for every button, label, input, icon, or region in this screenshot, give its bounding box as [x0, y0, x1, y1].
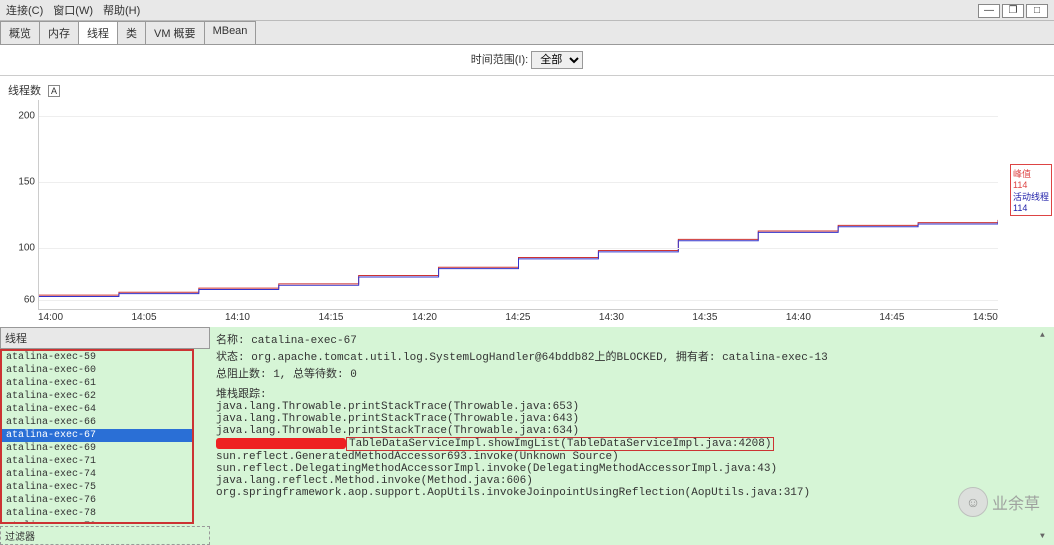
filter-section[interactable]: 过滤器 — [0, 526, 210, 545]
window-buttons: — ❐ □ — [978, 4, 1048, 18]
detail-name-key: 名称: — [216, 335, 251, 347]
tabbar: 概览内存线程类VM 概要MBean — [0, 21, 1054, 45]
tab-3[interactable]: 类 — [117, 21, 146, 44]
stack-frame: java.lang.Throwable.printStackTrace(Thro… — [216, 413, 1048, 425]
x-axis: 14:0014:0514:1014:1514:2014:2514:3014:35… — [38, 310, 998, 323]
line-chart: 60100150200 — [38, 100, 998, 310]
stack-frame: sun.reflect.GeneratedMethodAccessor693.i… — [216, 451, 1048, 463]
menubar: 连接(C) 窗口(W) 帮助(H) — [0, 0, 1054, 21]
detail-block-key: 总阻止数: — [216, 369, 273, 381]
thread-list[interactable]: atalina-exec-59atalina-exec-60atalina-ex… — [2, 351, 192, 522]
chart-legend: 峰值 114 活动线程 114 — [1010, 164, 1052, 216]
thread-item[interactable]: atalina-exec-59 — [2, 351, 192, 364]
chart-toggle-icon[interactable]: A — [48, 85, 60, 97]
detail-state-key: 状态: — [216, 352, 251, 364]
stack-frame: org.springframework.aop.support.AopUtils… — [216, 487, 1048, 499]
highlighted-frame: TableDataServiceImpl.showImgList(TableDa… — [346, 437, 774, 451]
thread-item[interactable]: atalina-exec-66 — [2, 416, 192, 429]
tab-0[interactable]: 概览 — [0, 21, 40, 44]
max-button[interactable]: □ — [1026, 4, 1048, 18]
thread-item[interactable]: atalina-exec-60 — [2, 364, 192, 377]
watermark: ☺ 业余草 — [958, 487, 1040, 517]
thread-item[interactable]: atalina-exec-61 — [2, 377, 192, 390]
menu-help[interactable]: 帮助(H) — [103, 2, 140, 18]
time-range-select[interactable]: 全部 — [531, 51, 583, 69]
stack-frame: java.lang.reflect.Method.invoke(Method.j… — [216, 475, 1048, 487]
menu-connect[interactable]: 连接(C) — [6, 2, 43, 18]
stack-frame: java.lang.Throwable.printStackTrace(Thro… — [216, 425, 1048, 437]
thread-item[interactable]: atalina-exec-79 — [2, 520, 192, 522]
tab-5[interactable]: MBean — [204, 21, 257, 44]
thread-item[interactable]: atalina-exec-71 — [2, 455, 192, 468]
thread-item[interactable]: atalina-exec-62 — [2, 390, 192, 403]
stack-highlight-row: .TableDataServiceImpl.showImgList(TableD… — [216, 437, 1048, 451]
wechat-icon: ☺ — [958, 487, 988, 517]
thread-detail: ▲▼ 名称: catalina-exec-67 状态: org.apache.t… — [210, 327, 1054, 545]
detail-block-value: 1, 总等待数: 0 — [273, 369, 357, 381]
stack-frame: java.lang.Throwable.printStackTrace(Thro… — [216, 401, 1048, 413]
time-range-label: 时间范围(I): — [471, 54, 528, 66]
thread-item[interactable]: atalina-exec-74 — [2, 468, 192, 481]
tab-4[interactable]: VM 概要 — [145, 21, 205, 44]
tab-1[interactable]: 内存 — [39, 21, 79, 44]
stack-frame: sun.reflect.DelegatingMethodAccessorImpl… — [216, 463, 1048, 475]
stack-label: 堆栈跟踪: — [216, 385, 1048, 401]
detail-name-value: catalina-exec-67 — [251, 335, 357, 347]
thread-item[interactable]: atalina-exec-64 — [2, 403, 192, 416]
thread-panel-header: 线程 — [0, 327, 210, 349]
redacted-bar: . — [216, 438, 346, 449]
threadcount-label: 线程数 — [8, 85, 41, 97]
thread-item[interactable]: atalina-exec-75 — [2, 481, 192, 494]
filter-bar: 时间范围(I): 全部 — [0, 45, 1054, 76]
restore-button[interactable]: ❐ — [1002, 4, 1024, 18]
min-button[interactable]: — — [978, 4, 1000, 18]
thread-item[interactable]: atalina-exec-76 — [2, 494, 192, 507]
menu-window[interactable]: 窗口(W) — [53, 2, 93, 18]
thread-item[interactable]: atalina-exec-67 — [2, 429, 192, 442]
thread-item[interactable]: atalina-exec-69 — [2, 442, 192, 455]
thread-item[interactable]: atalina-exec-78 — [2, 507, 192, 520]
bottom-split: 线程 atalina-exec-59atalina-exec-60atalina… — [0, 327, 1054, 545]
detail-state-value: org.apache.tomcat.util.log.SystemLogHand… — [251, 352, 828, 364]
tab-2[interactable]: 线程 — [78, 21, 118, 44]
chart-area: 线程数 A 60100150200 14:0014:0514:1014:1514… — [0, 76, 1054, 327]
